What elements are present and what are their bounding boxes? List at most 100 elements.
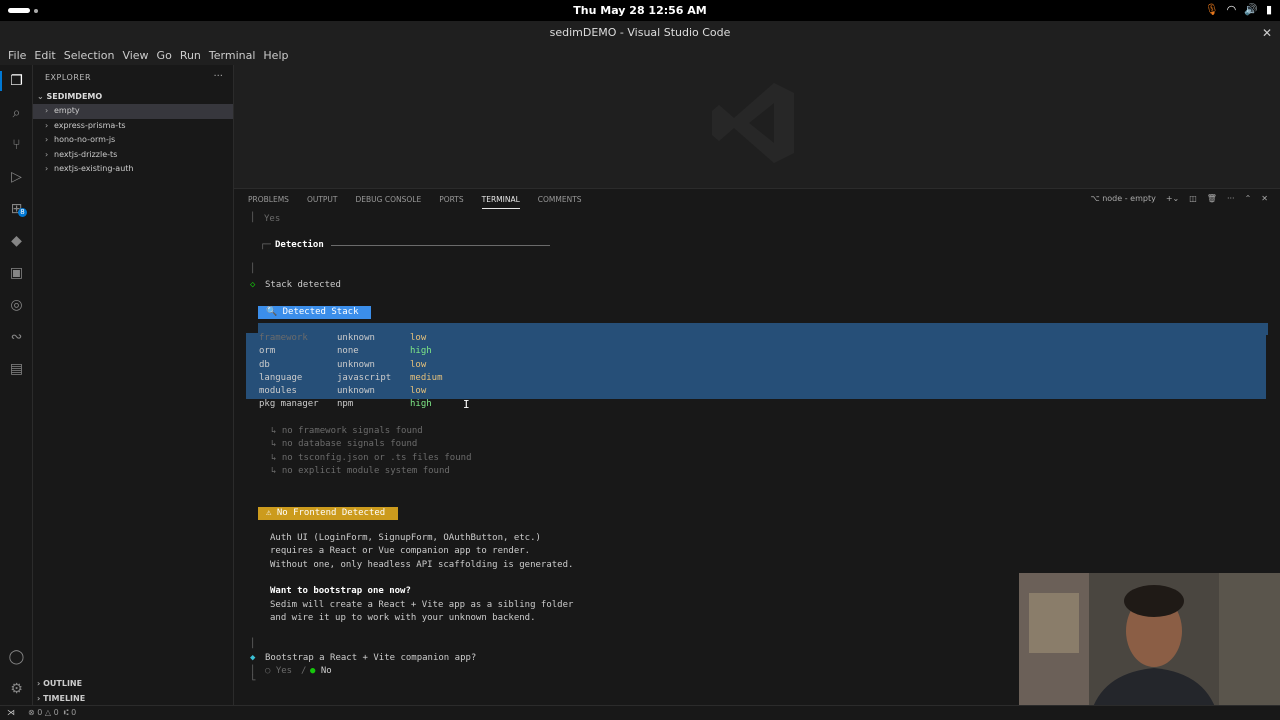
prompt-separator: / — [301, 666, 307, 676]
terminal-gutter-end: └ — [250, 676, 256, 686]
search-icon[interactable]: ⌕ — [8, 105, 25, 122]
note-line: ↳ no explicit module system found — [271, 466, 450, 476]
row-value: npm — [337, 399, 354, 409]
tab-problems[interactable]: PROBLEMS — [248, 195, 289, 209]
text-cursor-icon: I — [463, 398, 470, 411]
row-key: db — [259, 360, 270, 370]
terminal-gutter: │ — [250, 213, 256, 223]
volume-icon: 🔊 — [1244, 3, 1258, 16]
row-value: unknown — [337, 386, 375, 396]
menu-run[interactable]: Run — [176, 45, 205, 65]
terminal-gutter: │ — [250, 639, 256, 649]
new-terminal-icon[interactable]: +⌄ — [1166, 194, 1179, 203]
timeline-section[interactable]: › TIMELINE — [37, 694, 85, 703]
remote-indicator-icon[interactable]: ⋊ — [0, 706, 22, 720]
remote-explorer-icon[interactable]: ◎ — [8, 297, 25, 314]
tab-comments[interactable]: COMMENTS — [538, 195, 582, 209]
window-title-bar: sedimDEMO - Visual Studio Code ✕ — [0, 21, 1280, 45]
menu-file[interactable]: File — [4, 45, 30, 65]
auth-line: Without one, only headless API scaffoldi… — [270, 560, 574, 570]
prompt-option-no[interactable]: ● No — [310, 666, 332, 676]
system-clock[interactable]: Thu May 28 12:56 AM — [0, 4, 1280, 17]
no-frontend-tag: ⚠ No Frontend Detected — [258, 507, 398, 520]
workspace-root[interactable]: ⌄ SEDIMDEMO — [37, 92, 102, 101]
row-value: none — [337, 346, 359, 356]
row-confidence: low — [410, 386, 427, 396]
tree-item-label: empty — [54, 106, 80, 115]
row-key: framework — [259, 333, 308, 343]
terminal-selector[interactable]: ⌥ node - empty — [1090, 194, 1155, 203]
chevron-right-icon: › — [45, 106, 49, 115]
menu-help[interactable]: Help — [259, 45, 292, 65]
chevron-right-icon: › — [45, 164, 49, 174]
close-panel-icon[interactable]: ✕ — [1261, 194, 1268, 203]
note-line: ↳ no framework signals found — [271, 426, 423, 436]
ports-count: 0 — [71, 708, 77, 717]
window-title: sedimDEMO - Visual Studio Code — [549, 26, 731, 39]
terminal-icon: ⌥ — [1090, 194, 1103, 203]
auth-line: Auth UI (LoginForm, SignupForm, OAuthBut… — [270, 533, 541, 543]
settings-gear-icon[interactable]: ⚙ — [8, 681, 25, 698]
tree-item-hono-no-orm-js[interactable]: › hono-no-orm-js — [33, 133, 233, 148]
row-value: unknown — [337, 333, 375, 343]
split-terminal-icon[interactable]: ◫ — [1189, 194, 1197, 203]
explorer-icon[interactable]: ❐ — [8, 73, 25, 90]
tree-item-empty[interactable]: › empty — [33, 104, 233, 119]
panel-tabs: PROBLEMS OUTPUT DEBUG CONSOLE PORTS TERM… — [248, 195, 582, 209]
image-icon[interactable]: ▣ — [8, 265, 25, 282]
row-confidence: low — [410, 360, 427, 370]
prompt-no-label: No — [320, 666, 332, 676]
bootstrap-line: Sedim will create a React + Vite app as … — [270, 600, 574, 610]
prompt-option-yes[interactable]: ○ Yes — [265, 666, 292, 676]
trash-icon[interactable]: 🗑 — [1207, 194, 1217, 203]
menu-view[interactable]: View — [118, 45, 152, 65]
battery-icon: ▮ — [1265, 3, 1272, 16]
more-icon[interactable]: ··· — [1227, 194, 1235, 203]
menu-go[interactable]: Go — [153, 45, 176, 65]
status-bar: ⋊ ⊗ 0 △ 0 ⑆ 0 — [0, 705, 1280, 720]
terminal-name: node - empty — [1102, 194, 1156, 203]
row-value: javascript — [337, 373, 392, 383]
tree-item-nextjs-drizzle-ts[interactable]: › nextjs-drizzle-ts — [33, 148, 233, 163]
note-line: ↳ no tsconfig.json or .ts files found — [271, 453, 472, 463]
menu-edit[interactable]: Edit — [30, 45, 59, 65]
outline-section[interactable]: › OUTLINE — [37, 679, 82, 688]
tree-item-label: hono-no-orm-js — [54, 135, 116, 145]
source-control-icon[interactable]: ⑂ — [8, 137, 25, 154]
row-confidence: medium — [410, 373, 443, 383]
error-icon: ⊗ — [28, 708, 35, 717]
activity-bar: ❐ ⌕ ⑂ ▷ ⊞ 8 ◆ ▣ ◎ ∾ ▤ ◯ ⚙ — [0, 65, 33, 705]
tab-ports[interactable]: PORTS — [439, 195, 463, 209]
explorer-header: EXPLORER — [45, 73, 91, 82]
row-key: language — [259, 373, 303, 383]
menu-terminal[interactable]: Terminal — [205, 45, 260, 65]
problems-indicator[interactable]: ⊗ 0 △ 0 ⑆ 0 — [28, 708, 76, 717]
wifi-icon: ◠ — [1226, 3, 1237, 16]
detection-title: Detection — [275, 240, 324, 250]
n8n-icon[interactable]: ∾ — [8, 329, 25, 346]
run-debug-icon[interactable]: ▷ — [8, 169, 25, 186]
maximize-panel-icon[interactable]: ⌃ — [1245, 194, 1252, 203]
step-done-icon: ◇ — [250, 280, 256, 290]
row-confidence: high — [410, 399, 432, 409]
tree-item-nextjs-existing-auth[interactable]: › nextjs-existing-auth — [33, 162, 233, 177]
account-icon[interactable]: ◯ — [8, 649, 25, 666]
file-tree: › empty › express-prisma-ts › hono-no-orm-j… — [33, 104, 233, 177]
system-tray[interactable]: 🎙 ◠ 🔊 ▮ — [1205, 3, 1272, 16]
webcam-overlay — [1019, 573, 1280, 720]
tab-output[interactable]: OUTPUT — [307, 195, 338, 209]
tab-debug-console[interactable]: DEBUG CONSOLE — [356, 195, 422, 209]
bootstrap-heading: Want to bootstrap one now? — [270, 586, 411, 596]
close-window-icon[interactable]: ✕ — [1262, 21, 1272, 45]
panel-actions: ⌥ node - empty +⌄ ◫ 🗑 ··· ⌃ ✕ — [1090, 194, 1268, 203]
menu-selection[interactable]: Selection — [60, 45, 119, 65]
tree-item-label: nextjs-drizzle-ts — [54, 149, 118, 159]
presenter-video — [1019, 573, 1280, 720]
chat-icon[interactable]: ▤ — [8, 361, 25, 378]
tree-item-express-prisma-ts[interactable]: › express-prisma-ts — [33, 119, 233, 134]
more-actions-icon[interactable]: ··· — [213, 71, 223, 82]
explorer-sidebar: EXPLORER ··· ⌄ SEDIMDEMO › empty › express… — [33, 65, 234, 705]
editor-area[interactable] — [234, 65, 1280, 188]
database-icon[interactable]: ◆ — [8, 233, 25, 250]
tab-terminal[interactable]: TERMINAL — [481, 195, 520, 209]
